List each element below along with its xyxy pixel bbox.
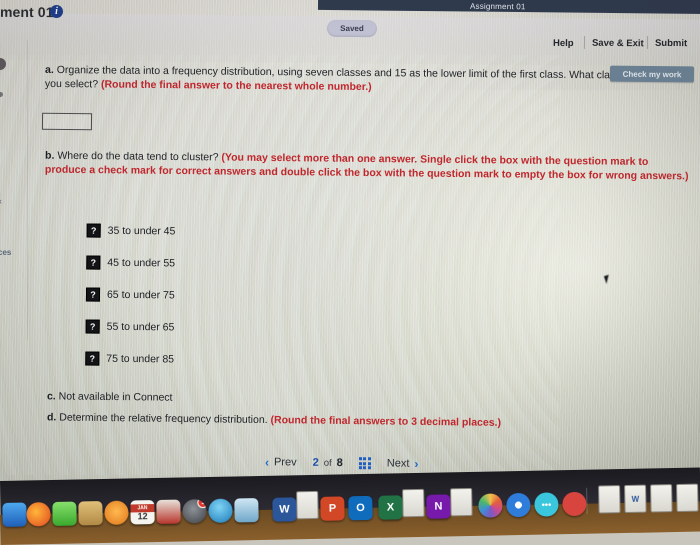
question-mark-checkbox[interactable]: ? xyxy=(85,319,100,334)
excel-glyph: X xyxy=(386,501,395,514)
recent-doc-1[interactable] xyxy=(598,485,621,514)
onenote-icon[interactable]: N xyxy=(426,494,451,519)
answer-options-list: ? 35 to under 45 ? 45 to under 55 ? 65 t… xyxy=(85,215,175,376)
recent-doc-3[interactable] xyxy=(650,484,673,513)
question-content: a. Organize the data into a frequency di… xyxy=(0,0,700,471)
imessage-icon[interactable]: ••• xyxy=(534,492,559,517)
part-d-text: Determine the relative frequency distrib… xyxy=(59,411,268,427)
skype-icon[interactable] xyxy=(208,498,233,523)
option-row-5[interactable]: ? 75 to under 85 xyxy=(85,343,174,376)
chrome-icon[interactable] xyxy=(506,492,531,518)
helpdesk-icon[interactable] xyxy=(562,491,587,517)
preferences-icon[interactable]: 1 xyxy=(182,499,207,524)
onenote-pg-icon[interactable] xyxy=(450,487,473,517)
word-icon[interactable]: W xyxy=(272,497,297,522)
question-mark-checkbox[interactable]: ? xyxy=(85,287,101,302)
prev-label: Prev xyxy=(273,456,297,469)
check-my-work-button[interactable]: Check my work xyxy=(609,65,695,83)
part-b-marker: b. xyxy=(45,149,55,162)
recent-doc-2[interactable]: W xyxy=(624,484,647,514)
current-page: 2 xyxy=(312,456,319,469)
photos-app-icon[interactable] xyxy=(156,499,181,524)
part-d-marker: d. xyxy=(46,411,57,424)
prev-button[interactable]: ‹ Prev xyxy=(265,455,297,469)
option-label: 45 to under 55 xyxy=(107,256,176,270)
calendar-day: 12 xyxy=(137,511,148,522)
grid-icon[interactable] xyxy=(358,457,371,470)
notification-badge: 1 xyxy=(197,499,207,509)
dock-divider xyxy=(586,487,588,514)
notes-icon[interactable] xyxy=(78,501,103,526)
part-c-text: Not available in Connect xyxy=(58,390,173,404)
next-button[interactable]: Next › xyxy=(386,456,419,471)
chevron-left-icon: ‹ xyxy=(264,455,270,470)
recent-doc-4[interactable] xyxy=(676,483,699,513)
next-label: Next xyxy=(386,457,410,470)
option-row-2[interactable]: ? 45 to under 55 xyxy=(86,247,175,280)
option-row-4[interactable]: ? 55 to under 65 xyxy=(85,311,174,344)
excel-icon[interactable]: X xyxy=(378,495,403,520)
onenote-glyph: N xyxy=(434,500,443,513)
option-label: 75 to under 85 xyxy=(106,352,175,366)
answer-input-part-a[interactable] xyxy=(41,112,93,131)
question-part-c: c. Not available in Connect xyxy=(47,389,173,404)
part-c-marker: c. xyxy=(46,390,56,403)
powerpoint-icon[interactable]: P xyxy=(320,496,345,521)
photos-icon[interactable] xyxy=(478,493,503,518)
word-doc-icon[interactable] xyxy=(296,490,319,520)
excel-sheet-icon[interactable] xyxy=(402,488,425,518)
messages-icon[interactable] xyxy=(52,501,77,526)
mail-icon[interactable] xyxy=(234,498,259,523)
finder-icon[interactable] xyxy=(2,502,27,527)
outlook-icon[interactable]: O xyxy=(348,495,373,521)
question-mark-checkbox[interactable]: ? xyxy=(85,351,100,366)
question-part-d: d. Determine the relative frequency dist… xyxy=(47,410,647,431)
word-glyph: W xyxy=(279,503,290,516)
question-part-a: a. Organize the data into a frequency di… xyxy=(45,63,685,97)
question-mark-checkbox[interactable]: ? xyxy=(86,255,101,270)
page-indicator: 2 of 8 xyxy=(313,457,343,469)
option-row-3[interactable]: ? 65 to under 75 xyxy=(85,279,175,312)
chevron-right-icon: › xyxy=(414,456,419,471)
option-label: 55 to under 65 xyxy=(106,320,175,334)
option-label: 35 to under 45 xyxy=(107,224,176,238)
part-b-text: Where do the data tend to cluster? xyxy=(57,149,219,164)
part-d-instruction: (Round the final answers to 3 decimal pl… xyxy=(270,414,502,429)
calendar-icon[interactable]: JAN 12 xyxy=(130,500,155,525)
pagination-bar: ‹ Prev 2 of 8 Next › xyxy=(265,451,419,475)
ibooks-icon[interactable] xyxy=(104,500,129,525)
option-row-1[interactable]: ? 35 to under 45 xyxy=(86,215,176,248)
question-mark-checkbox[interactable]: ? xyxy=(86,223,101,238)
part-a-marker: a. xyxy=(45,63,54,77)
part-a-instruction: (Round the final answer to the nearest w… xyxy=(100,78,372,94)
powerpoint-glyph: P xyxy=(328,502,337,515)
total-pages: 8 xyxy=(336,456,343,470)
check-my-work-label: Check my work xyxy=(622,69,682,79)
firefox-icon[interactable] xyxy=(26,502,51,527)
outlook-glyph: O xyxy=(356,502,365,515)
of-label: of xyxy=(323,457,332,469)
question-part-b: b. Where do the data tend to cluster? (Y… xyxy=(45,149,690,184)
photographed-screen: Assignment 01 ment 01 i Saved Help Save … xyxy=(0,0,700,525)
option-label: 65 to under 75 xyxy=(106,288,175,302)
